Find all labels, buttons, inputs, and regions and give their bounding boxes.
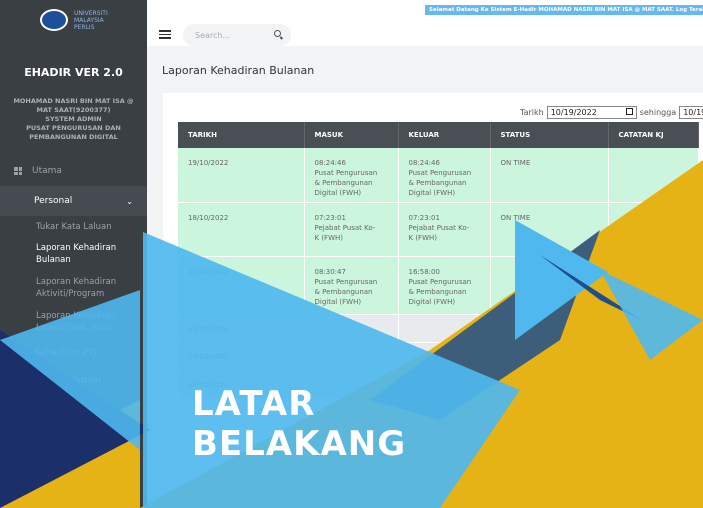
- sidebar-item-label: Personal: [34, 196, 73, 206]
- attendance-table: TARIKH MASUK KELUAR STATUS CATATAN KJ 19…: [178, 122, 699, 399]
- sidebar-item-label: Utama: [32, 166, 62, 176]
- sidebar-subitem-laporan-aktiviti[interactable]: Laporan Kehadiran Aktiviti/Program: [36, 276, 136, 300]
- user-info: MOHAMAD NASRI BIN MAT ISA @ MAT SAAT(920…: [0, 97, 147, 142]
- cell-line: Pusat Pengurusan: [408, 169, 472, 177]
- headline-line: BELAKANG: [192, 424, 407, 464]
- cell-keluar: 07:23:01 Pejabat Pusat Ko- K (FWH): [398, 202, 491, 257]
- logo-emblem-icon: [40, 9, 68, 31]
- column-header: STATUS: [490, 122, 609, 148]
- cell-line: & Pembangunan: [314, 179, 373, 187]
- cell-masuk: 07:23:01 Pejabat Pusat Ko- K (FWH): [304, 202, 399, 257]
- column-header: KELUAR: [398, 122, 491, 148]
- cell-line: 07:23:01: [408, 214, 440, 222]
- cell-status: ON TIME: [490, 202, 609, 257]
- date-filter: Tarikh 10/19/2022 sehingga 10/19/20: [520, 106, 703, 119]
- university-logo: UNIVERSITI MALAYSIA PERLIS: [40, 4, 120, 36]
- building-icon: ▦: [18, 348, 27, 358]
- page-title: Laporan Kehadiran Bulanan: [162, 64, 315, 77]
- cell-tarikh: 15/10/2022: [178, 342, 305, 371]
- sidebar-subitem-tukar-kata-laluan[interactable]: Tukar Kata Laluan: [36, 221, 136, 233]
- cell-catatan: [608, 148, 699, 203]
- cell-line: Digital (FWH): [408, 189, 456, 197]
- cell-line: & Pembangunan: [408, 288, 467, 296]
- logo-line: UNIVERSITI: [74, 9, 108, 17]
- cell-masuk: 08:24:46 Pusat Pengurusan & Pembangunan …: [304, 148, 399, 203]
- cell-line: & Pembangunan: [314, 288, 373, 296]
- logo-line: PERLIS: [74, 23, 95, 31]
- table-row: 18/10/2022 07:23:01 Pejabat Pusat Ko- K …: [178, 202, 699, 257]
- cell-line: Pejabat Pusat Ko-: [408, 224, 470, 232]
- date-from-input[interactable]: 10/19/2022: [546, 106, 637, 119]
- sidebar-item-utama[interactable]: Utama: [14, 166, 161, 176]
- table-row: 16/10/2022: [178, 314, 699, 343]
- sidebar-item-personal[interactable]: Personal ⌄: [0, 186, 147, 216]
- cell-line: 07:23:01: [314, 214, 346, 222]
- cell-tarikh: 19/10/2022: [178, 148, 305, 203]
- welcome-marquee: Selamat Datang Ke Sistem E-Hadir MOHAMAD…: [425, 5, 703, 15]
- cell-line: 08:24:46: [314, 159, 346, 167]
- sidebar-subitem-laporan-lewat[interactable]: Laporan Kehadiran Lewat/Tidak Hadir: [36, 310, 136, 334]
- sidebar-item-kehadiran-ptj[interactable]: ▦ Kehadiran PTJ: [18, 348, 165, 358]
- date-separator: sehingga: [639, 108, 677, 117]
- sidebar-subitem-laporan-bulanan[interactable]: Laporan Kehadiran Bulanan: [36, 242, 136, 266]
- cell-tarikh: 18/10/2022: [178, 202, 305, 257]
- cell-keluar: 08:24:46 Pusat Pengurusan & Pembangunan …: [398, 148, 491, 203]
- sidebar-item-tetapan-admin[interactable]: ⚙ Tetapan Admin: [18, 376, 165, 386]
- sidebar: UNIVERSITI MALAYSIA PERLIS EHADIR VER 2.…: [0, 0, 147, 508]
- cell-tarikh: 17/10/2022: [178, 256, 305, 315]
- user-line: MOHAMAD NASRI BIN MAT ISA @: [13, 97, 134, 105]
- sidebar-item-label: Kehadiran PTJ: [34, 348, 97, 358]
- table-row: 19/10/2022 08:24:46 Pusat Pengurusan & P…: [178, 148, 699, 203]
- user-line: SYSTEM ADMIN: [45, 115, 102, 123]
- cell-line: Pejabat Pusat Ko-: [314, 224, 376, 232]
- user-line: PEMBANGUNAN DIGITAL: [29, 133, 118, 141]
- date-to-value: 10/19/20: [683, 108, 703, 117]
- logo-line: MALAYSIA: [74, 16, 104, 24]
- headline: LATAR BELAKANG: [192, 384, 406, 464]
- cell-tarikh: 16/10/2022: [178, 314, 305, 343]
- column-header: TARIKH: [178, 122, 305, 148]
- cell-keluar: 16:58:00 Pusat Pengurusan & Pembangunan …: [398, 256, 491, 315]
- cell-catatan: [608, 256, 699, 315]
- date-label: Tarikh: [520, 108, 544, 117]
- user-line: PUSAT PENGURUSAN DAN: [26, 124, 121, 132]
- user-line: MAT SAAT(9200377): [36, 106, 111, 114]
- search-input[interactable]: Search...: [183, 24, 291, 46]
- cell-masuk: 08:30:47 Pusat Pengurusan & Pembangunan …: [304, 256, 399, 315]
- cell-line: Pusat Pengurusan: [314, 278, 378, 286]
- cell-line: Pusat Pengurusan: [408, 278, 472, 286]
- cell-line: Digital (FWH): [314, 189, 362, 197]
- cell-status: [490, 256, 609, 315]
- cell-line: 16:58:00: [408, 268, 440, 276]
- date-to-input[interactable]: 10/19/20: [679, 106, 703, 119]
- settings-icon: ⚙: [18, 376, 27, 386]
- app-title: EHADIR VER 2.0: [24, 66, 123, 79]
- cell-line: & Pembangunan: [408, 179, 467, 187]
- cell-line: 08:30:47: [314, 268, 346, 276]
- cell-line: K (FWH): [314, 234, 344, 242]
- cell-line: Digital (FWH): [314, 298, 362, 306]
- cell-line: Digital (FWH): [408, 298, 456, 306]
- date-from-value: 10/19/2022: [550, 108, 597, 117]
- cell-line: K (FWH): [408, 234, 438, 242]
- headline-line: LATAR: [192, 384, 316, 424]
- column-header: CATATAN KJ: [608, 122, 699, 148]
- cell-status: ON TIME: [490, 148, 609, 203]
- search-placeholder: Search...: [195, 30, 231, 40]
- table-row: 15/10/2022: [178, 342, 699, 371]
- calendar-icon[interactable]: [625, 108, 633, 115]
- table-header-row: TARIKH MASUK KELUAR STATUS CATATAN KJ: [178, 122, 699, 148]
- cell-line: Pusat Pengurusan: [314, 169, 378, 177]
- cell-catatan: [608, 202, 699, 257]
- column-header: MASUK: [304, 122, 399, 148]
- topbar: Selamat Datang Ke Sistem E-Hadir MOHAMAD…: [147, 0, 703, 46]
- chevron-down-icon: ⌄: [126, 196, 133, 206]
- hamburger-menu-icon[interactable]: [159, 30, 171, 39]
- table-row: 17/10/2022 08:30:47 Pusat Pengurusan & P…: [178, 256, 699, 315]
- dashboard-icon: [14, 167, 22, 175]
- cell-line: 08:24:46: [408, 159, 440, 167]
- sidebar-item-label: Tetapan Admin: [34, 376, 102, 386]
- search-icon[interactable]: [274, 30, 281, 37]
